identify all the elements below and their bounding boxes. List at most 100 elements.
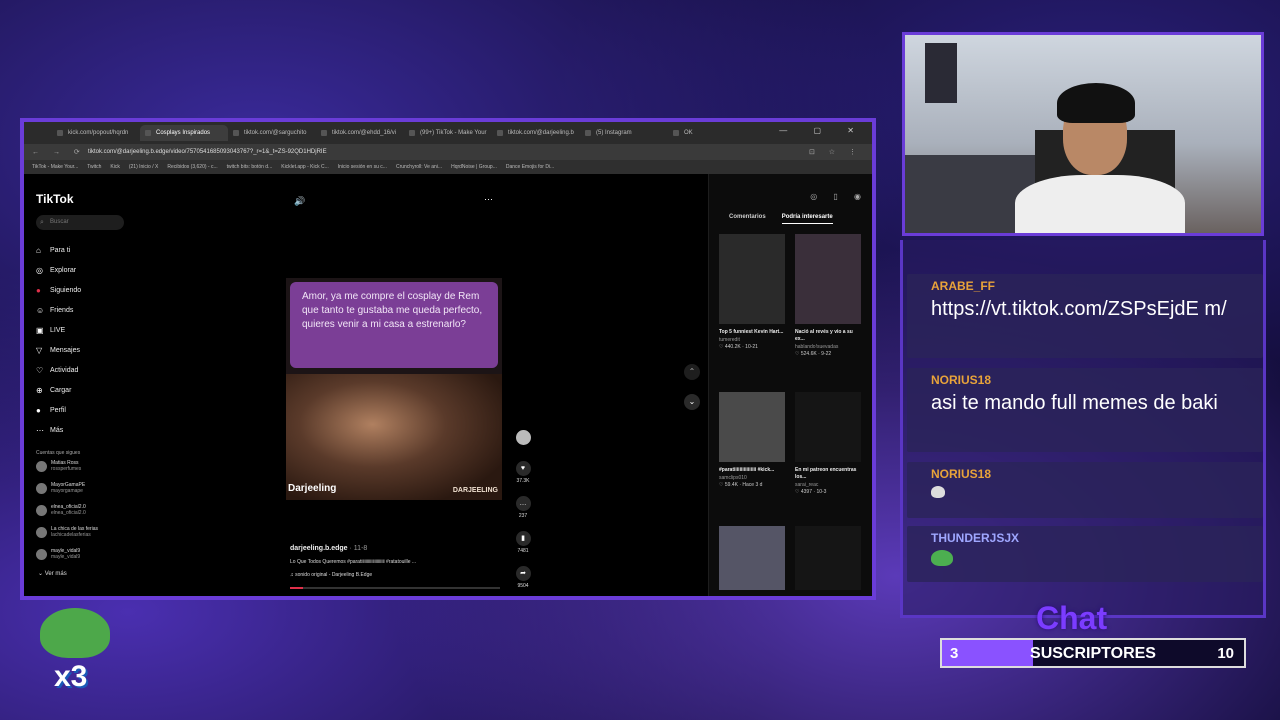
chat-emote [931,486,945,498]
window-controls[interactable]: — ▢ ✕ [779,126,866,135]
suggested-video[interactable] [719,526,785,590]
sidebar-item-cargar[interactable]: ⊕ Cargar [36,380,131,400]
browser-tab[interactable]: tiktok.com/@sarguchito [228,125,316,141]
video-caption: darjeeling.b.edge · 11-8 Lo Que Todos Qu… [290,545,510,578]
sidebar-item-label: Friends [50,306,74,314]
compass-icon: ◎ [36,265,43,275]
volume-icon[interactable]: 🔊 [294,196,305,207]
sidebar-item-live[interactable]: ▣ LIVE [36,320,131,340]
see-more-link[interactable]: ⌄ Ver más [38,570,67,577]
browser-tab[interactable]: Cosplays Inspirados [140,125,228,141]
bookmark-item[interactable]: (21) Inicio / X [129,164,158,170]
avatar [36,504,47,516]
video-meta: ♡ 59.4K · Hace 3 d [719,482,763,488]
sidebar-item-actividad[interactable]: ♡ Actividad [36,360,131,380]
browser-tab[interactable]: (99+) TikTok - Make Your [404,125,492,141]
author-avatar[interactable] [512,420,534,455]
video-thumbnail [795,234,861,324]
suggested-video[interactable]: Top 5 funniest Kevin Hart... tumeredit ♡ 4… [719,234,785,350]
video-frame: Darjeeling DARJEELING [286,374,502,500]
following-title: Cuentas que sigues [36,450,81,456]
chat-author: THUNDERJSJX [931,531,1020,545]
bookmark-item[interactable]: Crunchyroll: Ve ani... [396,164,442,170]
author-name[interactable]: darjeeling.b.edge [290,545,348,552]
action-count: 9504 [517,583,529,589]
url-field[interactable]: tiktok.com/@darjeeling.b.edge/video/7570… [88,149,809,155]
see-more-label: Ver más [44,571,67,577]
more-options-icon[interactable]: ⋯ [484,194,493,205]
pepe-emote [931,550,953,566]
action-count: 7481 [517,548,529,554]
nav-buttons[interactable]: ← → ⟳ [24,148,88,156]
suggested-video[interactable] [795,526,861,590]
following-account[interactable]: mayle_vidal9 mayle_vidal9 [36,548,80,560]
action-bookmark[interactable]: ▮ 7481 [512,525,534,560]
sidebar-item-label: Para ti [50,246,71,254]
chat-message: THUNDERJSJX [907,526,1263,582]
sidebar-item-mensajes[interactable]: ▽ Mensajes [36,340,131,360]
video-thumbnail [719,392,785,462]
panel-tabs: Comentarios Podría interesarte [729,214,833,224]
scroll-up-button[interactable]: ⌃ [684,364,700,380]
chat-panel: ARABE_FF https://vt.tiktok.com/ZSPsEjdE … [900,240,1266,618]
following-account[interactable]: elnea_oficial2.0 elnea_oficial2.0 [36,504,86,516]
browser-tab[interactable]: tiktok.com/@darjeeling.b [492,125,580,141]
bookmark-icon: ▮ [515,531,531,546]
sound-link[interactable]: ♫ sonido original - Darjeeling B.Edge [290,572,510,578]
panel-icons[interactable]: ◎ ▯ ◉ [810,192,868,201]
bookmark-item[interactable]: HqrdNoise | Group... [451,164,497,170]
suggested-video[interactable]: Nació al revés y vio a su ex... hablando!… [795,234,861,357]
suggested-video[interactable]: En mi patreon encuentras los... sarai_rea… [795,392,861,495]
bookmark-item[interactable]: Recibidos (3,620) - c... [167,164,217,170]
bookmark-item[interactable]: TikTok - Make Your... [32,164,78,170]
following-account[interactable]: Matias Ross rossperfumes [36,460,81,472]
action-share[interactable]: ➦ 9504 [512,560,534,595]
video-title: Nació al revés y vio a su ex... [795,329,853,342]
bookmark-item[interactable]: Twitch [87,164,101,170]
bookmark-item[interactable]: Kick [110,164,119,170]
following-account[interactable]: MayorGamaPE mayorgamape [36,482,85,494]
browser-tab[interactable]: (5) Instagram [580,125,668,141]
suggested-video[interactable]: #paratiiiiiiiiiiiiiiii #kick... samclips0… [719,392,785,488]
browser-tab[interactable]: OK [668,125,756,141]
sidebar-item-friends[interactable]: ☺ Friends [36,300,131,320]
address-bar-icons[interactable]: ⊡ ☆ ⋮ [809,148,872,156]
tab-comments[interactable]: Comentarios [729,214,766,224]
sidebar-item-label: Más [50,426,64,434]
search-input[interactable]: ⌕ Buscar [36,215,124,230]
browser-tab[interactable]: kick.com/popout/hqrdn [52,125,140,141]
share-icon: ➦ [515,566,531,581]
action-heart[interactable]: ♥ 37.3K [512,455,534,490]
chat-author: NORIUS18 [931,467,992,481]
following-account[interactable]: La chica de las ferias lachicadelasferias [36,526,98,538]
video-author: samclips010 [719,475,747,481]
sidebar-item-más[interactable]: ⋯ Más [36,420,131,440]
video-player[interactable]: Amor, ya me compre el cosplay de Rem que… [286,278,502,500]
sidebar-item-perfil[interactable]: ● Perfil [36,400,131,420]
tab-suggested[interactable]: Podría interesarte [781,214,833,224]
bookmark-item[interactable]: Kicklet.app - Kick C... [281,164,329,170]
video-progress[interactable] [290,587,500,589]
sidebar-nav: ⌂ Para ti ◎ Explorar ● Siguiendo ☺ Friends ▣ LIVE… [36,240,131,440]
tab-bar: kick.com/popout/hqrdn Cosplays Inspirados… [24,122,872,144]
sidebar-item-label: Explorar [50,266,77,274]
sidebar-item-siguiendo[interactable]: ● Siguiendo [36,280,131,300]
browser-tab[interactable]: tiktok.com/@ehdd_16/vi [316,125,404,141]
sidebar-item-label: Cargar [50,386,72,394]
chat-label: Chat [1036,600,1108,636]
avatar [36,460,47,472]
sidebar-item-explorar[interactable]: ◎ Explorar [36,260,131,280]
bookmark-item[interactable]: Dance Emojis for Di... [506,164,554,170]
video-author: tumeredit [719,337,740,343]
video-progress-fill [290,587,303,589]
streamer-shirt [1015,175,1185,233]
sidebar-item-para-ti[interactable]: ⌂ Para ti [36,240,131,260]
video-thumbnail [719,526,785,590]
action-comment[interactable]: … 237 [512,490,534,525]
chat-text: https://vt.tiktok.com/ZSPsEjdE m/ [931,298,1227,320]
scroll-down-button[interactable]: ⌄ [684,394,700,410]
bookmark-item[interactable]: twitch bits: botón d... [227,164,273,170]
bookmark-item[interactable]: Inicio sesión en su c... [338,164,387,170]
tiktok-logo[interactable]: TikTok [36,192,74,206]
poster [925,43,957,103]
